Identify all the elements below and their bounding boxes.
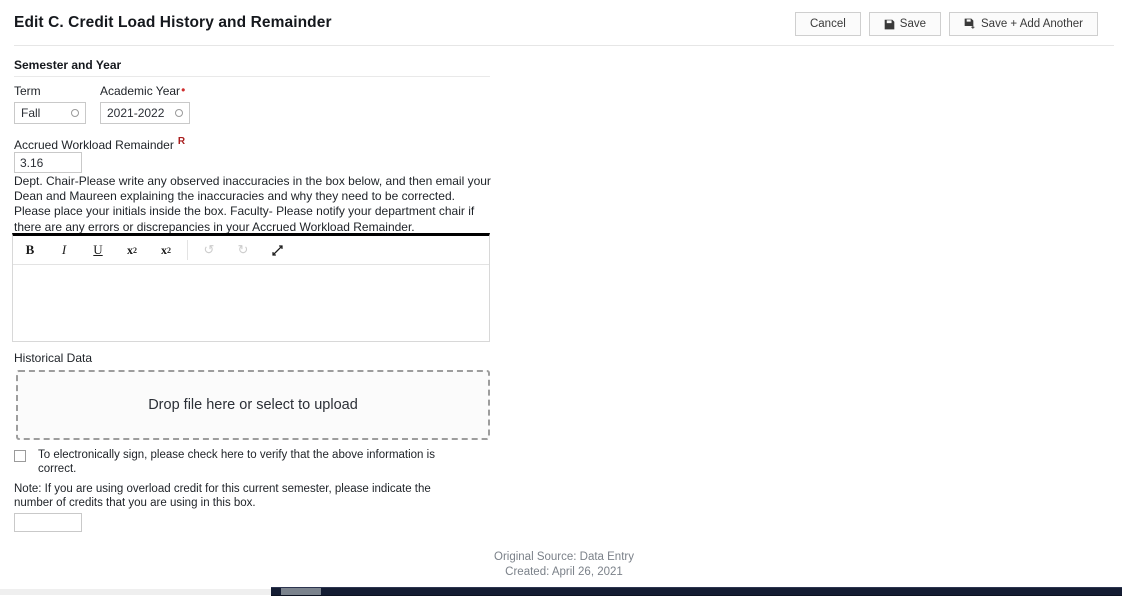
save-button-label: Save [899,18,927,30]
cancel-button-label: Cancel [809,18,846,30]
footer-original-source: Original Source: Data Entry [494,551,634,563]
term-year-row: Term Fall Academic Year• 2021-2022 [14,84,190,124]
page-title: Edit C. Credit Load History and Remainde… [14,14,332,31]
record-footer: Original Source: Data Entry Created: Apr… [0,550,1128,579]
editor-toolbar: B I U x2 x2 ↺ ↻ [13,236,489,265]
file-dropzone-text: Drop file here or select to upload [148,397,358,413]
header-action-buttons: Cancel Save Save + Add Another [794,12,1098,36]
academic-year-label-text: Academic Year [100,84,181,98]
academic-year-select-value: 2021-2022 [107,106,165,120]
term-select[interactable]: Fall [14,102,86,124]
save-button[interactable]: Save [868,12,942,36]
clear-circle-icon[interactable] [71,109,79,117]
academic-year-select[interactable]: 2021-2022 [100,102,190,124]
bold-button[interactable]: B [13,236,47,264]
scrollbar-thumb[interactable] [281,588,321,595]
superscript-button[interactable]: x2 [115,236,149,264]
electronic-signature-label: To electronically sign, please check her… [38,449,435,475]
electronic-signature-row: To electronically sign, please check her… [14,448,464,476]
page-header: Edit C. Credit Load History and Remainde… [0,0,1128,46]
editor-body[interactable] [13,265,489,341]
term-field-group: Term Fall [14,84,86,124]
required-r-icon: R [177,136,186,147]
section-divider [14,76,490,77]
overload-credit-note: Note: If you are using overload credit f… [14,483,431,509]
redo-button[interactable]: ↻ [226,236,260,264]
footer-created-date: Created: April 26, 2021 [505,565,623,578]
floppy-disk-icon [884,19,895,30]
term-label: Term [14,84,41,98]
floppy-disk-plus-icon [964,18,976,30]
accrued-workload-remainder-input[interactable] [14,152,82,173]
rich-text-editor: B I U x2 x2 ↺ ↻ [12,233,490,342]
subscript-index: 2 [167,245,171,255]
accrued-workload-remainder-label: Accrued Workload Remainder R [14,136,185,152]
edit-record-page: Edit C. Credit Load History and Remainde… [0,0,1128,598]
required-dot-icon: • [181,83,186,97]
scrollbar-track[interactable] [0,589,271,595]
electronic-signature-checkbox[interactable] [14,450,26,462]
historical-data-label: Historical Data [14,351,93,365]
section-title-semester-and-year: Semester and Year [14,58,122,72]
scrollbar-bar[interactable] [271,587,1122,596]
italic-button[interactable]: I [47,236,81,264]
clear-circle-icon[interactable] [175,109,183,117]
accrued-workload-remainder-label-text: Accrued Workload Remainder [14,138,174,152]
undo-button[interactable]: ↺ [192,236,226,264]
file-dropzone[interactable]: Drop file here or select to upload [16,370,490,440]
save-add-another-button-label: Save + Add Another [981,18,1083,30]
subscript-button[interactable]: x2 [149,236,183,264]
toolbar-separator [187,240,188,260]
expand-icon[interactable] [260,236,294,264]
instructions-text: Dept. Chair-Please write any observed in… [14,174,491,234]
underline-button[interactable]: U [81,236,115,264]
cancel-button[interactable]: Cancel [794,12,861,36]
horizontal-scrollbar[interactable] [0,586,1128,598]
save-add-another-button[interactable]: Save + Add Another [949,12,1098,36]
overload-credit-input[interactable] [14,513,82,532]
academic-year-label: Academic Year• [100,84,190,98]
header-divider [14,45,1114,46]
academic-year-field-group: Academic Year• 2021-2022 [100,84,190,124]
term-select-value: Fall [21,106,41,120]
superscript-exponent: 2 [133,245,137,255]
